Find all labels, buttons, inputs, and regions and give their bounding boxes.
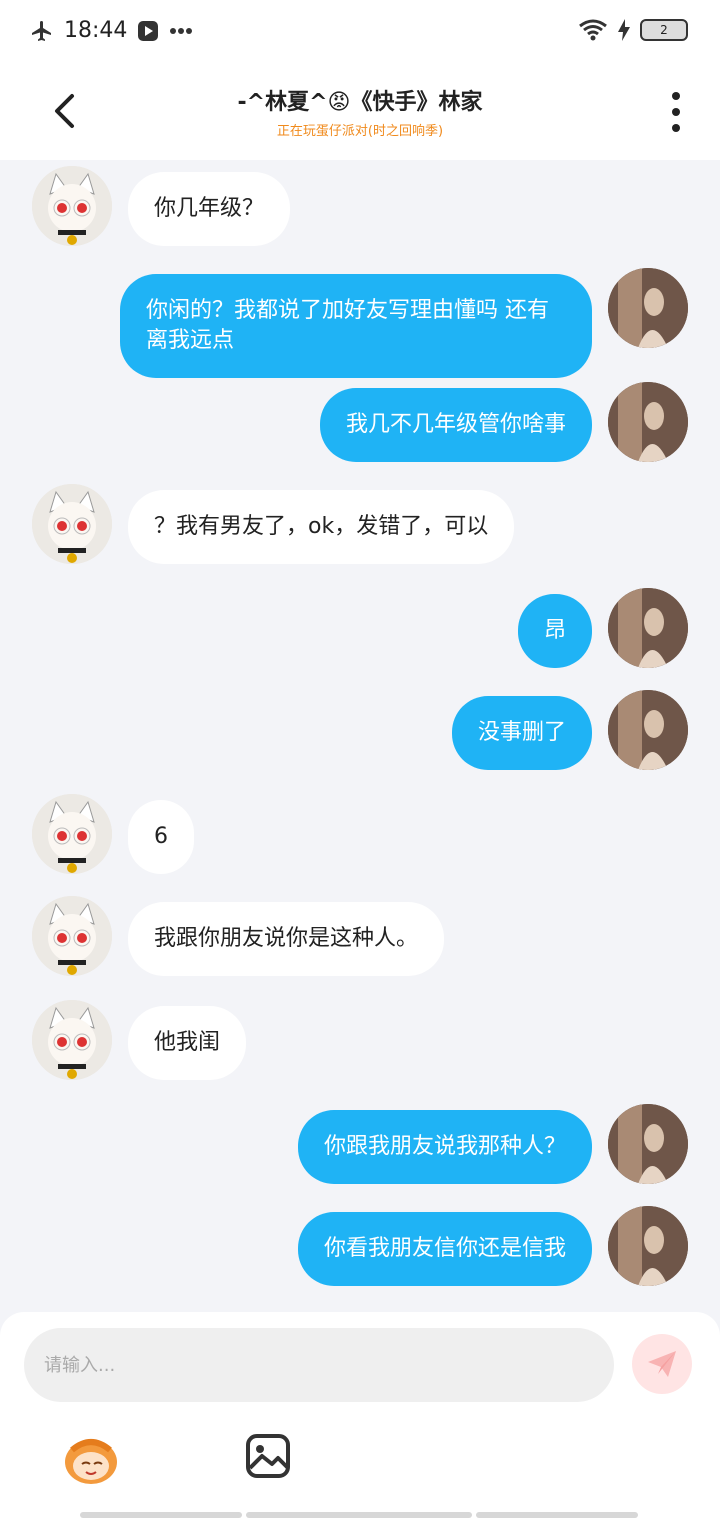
paper-plane-icon [648, 1351, 676, 1377]
message-bubble[interactable]: 你闲的？我都说了加好友写理由懂吗 还有离我远点 [120, 274, 592, 378]
user-photo-avatar-icon [608, 588, 688, 668]
user-photo-avatar-icon [608, 268, 688, 348]
my-avatar[interactable] [608, 588, 688, 668]
airplane-icon [32, 20, 51, 41]
battery-indicator: 2 [640, 19, 688, 41]
contact-avatar[interactable] [32, 794, 112, 874]
cat-girl-avatar-icon [32, 484, 112, 564]
message-bubble[interactable]: 你跟我朋友说我那种人？ [297, 1110, 592, 1184]
message-bubble[interactable]: 你看我朋友信你还是信我 [297, 1212, 592, 1286]
indicator-segment [246, 1512, 472, 1518]
indicator-segment [476, 1512, 638, 1518]
status-right: 2 [578, 18, 688, 42]
contact-avatar[interactable] [32, 1000, 112, 1080]
contact-avatar[interactable] [32, 484, 112, 564]
more-options-button[interactable] [664, 92, 688, 132]
message-bubble[interactable]: 昂 [517, 594, 592, 668]
message-bubble[interactable]: 你几年级？ [128, 172, 291, 246]
status-bar: 18:44 2 [0, 0, 720, 64]
cat-girl-avatar-icon [32, 896, 112, 976]
message-input[interactable] [24, 1328, 614, 1402]
image-icon [246, 1434, 290, 1478]
my-avatar[interactable] [608, 690, 688, 770]
message-bubble[interactable]: ？我有男友了，ok，发错了，可以 [128, 490, 515, 564]
indicator-segment [80, 1512, 242, 1518]
chat-status: 正在玩蛋仔派对(时之回响季) [276, 124, 444, 139]
message-bubble[interactable]: 我跟你朋友说你是这种人。 [128, 902, 445, 976]
contact-avatar[interactable] [32, 166, 112, 246]
message-bubble[interactable]: 没事删了 [451, 696, 592, 770]
send-button[interactable] [632, 1334, 692, 1394]
message-bubble[interactable]: 他我闺 [128, 1006, 247, 1080]
chat-header: -^林夏^😡《快手》林家 正在玩蛋仔派对(时之回响季) [0, 64, 720, 160]
cat-girl-avatar-icon [32, 794, 112, 874]
cat-girl-avatar-icon [32, 1000, 112, 1080]
user-photo-avatar-icon [608, 690, 688, 770]
status-time: 18:44 [64, 18, 128, 43]
wifi-icon [579, 19, 607, 41]
image-button[interactable] [246, 1434, 294, 1482]
mascot-emoji-icon [65, 1439, 117, 1484]
user-photo-avatar-icon [608, 382, 688, 462]
dot-icon [672, 124, 680, 132]
charging-icon [618, 19, 630, 41]
back-button[interactable] [40, 86, 90, 136]
my-avatar[interactable] [608, 1104, 688, 1184]
status-left: 18:44 [30, 18, 193, 43]
cat-girl-avatar-icon [32, 166, 112, 246]
my-avatar[interactable] [608, 268, 688, 348]
my-avatar[interactable] [608, 1206, 688, 1286]
dot-icon [672, 92, 680, 100]
message-bubble[interactable]: 我几不几年级管你啥事 [319, 388, 592, 462]
emoji-button[interactable] [62, 1432, 120, 1488]
chevron-left-icon [55, 94, 74, 128]
chat-title: -^林夏^😡《快手》林家 [237, 90, 483, 115]
user-photo-avatar-icon [608, 1206, 688, 1286]
composer-panel [0, 1312, 720, 1520]
dot-icon [672, 108, 680, 116]
message-list[interactable]: 你几年级？ 你闲的？我都说了加好友写理由懂吗 还有离我远点 我几不几年级管你啥事… [0, 160, 720, 1310]
home-indicator [80, 1512, 638, 1518]
more-notifications-icon [170, 27, 193, 34]
my-avatar[interactable] [608, 382, 688, 462]
contact-avatar[interactable] [32, 896, 112, 976]
user-photo-avatar-icon [608, 1104, 688, 1184]
video-record-icon [138, 20, 159, 41]
header-title-block: -^林夏^😡《快手》林家 正在玩蛋仔派对(时之回响季) [160, 84, 560, 139]
message-bubble[interactable]: 6 [128, 800, 194, 874]
